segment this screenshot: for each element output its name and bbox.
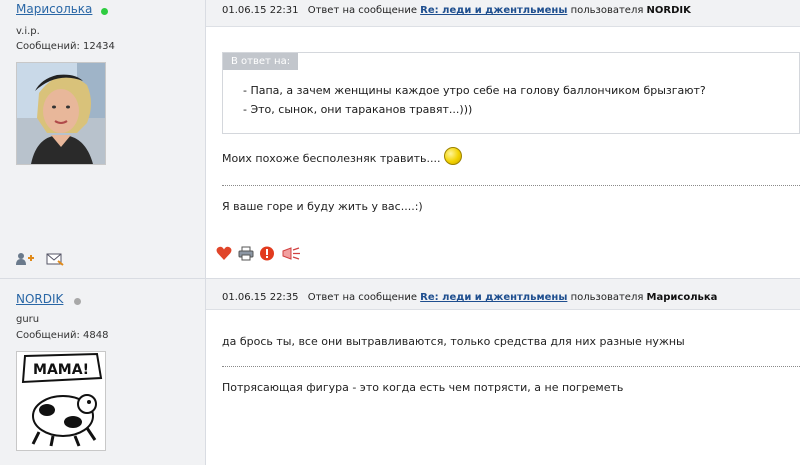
topic-link[interactable]: Re: леди и джентльмены <box>420 292 567 303</box>
reply-author: NORDIK <box>646 5 691 16</box>
post-header: 01.06.15 22:31 Ответ на сообщение Re: ле… <box>206 0 800 27</box>
quote-block: В ответ на: - Папа, а зачем женщины кажд… <box>222 52 800 134</box>
avatar-caption: MAMA! <box>33 362 89 378</box>
post-date: 01.06.15 22:35 <box>222 292 299 303</box>
post-content: 01.06.15 22:31 Ответ на сообщение Re: ле… <box>206 0 800 278</box>
post-date: 01.06.15 22:31 <box>222 5 299 16</box>
message-count: Сообщений: 4848 <box>16 330 109 341</box>
reply-author: Марисолька <box>646 292 718 303</box>
quote-label: В ответ на: <box>223 53 299 70</box>
online-status-icon <box>101 8 108 15</box>
forum-post: Марисолька v.i.p. Сообщений: 12434 01.06… <box>0 0 800 278</box>
username-link[interactable]: Марисолька <box>16 2 92 16</box>
user-panel: NORDIK guru Сообщений: 4848 MAMA! <box>0 279 206 465</box>
user-panel: Марисолька v.i.p. Сообщений: 12434 <box>0 0 206 278</box>
signature: Потрясающая фигура - это когда есть чем … <box>222 381 624 394</box>
report-icon[interactable] <box>259 246 275 264</box>
post-body: Моих похоже бесполезняк травить.... <box>222 147 463 165</box>
signature-divider <box>222 185 800 186</box>
add-friend-icon[interactable] <box>16 252 34 269</box>
smiley-icon <box>444 147 463 165</box>
by-label: пользователя <box>570 292 644 303</box>
message-count: Сообщений: 12434 <box>16 41 115 52</box>
post-actions <box>216 246 305 264</box>
offline-status-icon <box>74 298 81 305</box>
quote-line: - Папа, а зачем женщины каждое утро себе… <box>243 84 706 97</box>
megaphone-icon[interactable] <box>281 246 303 264</box>
signature: Я ваше горе и буду жить у вас....:) <box>222 200 423 213</box>
quote-text: - Папа, а зачем женщины каждое утро себе… <box>243 81 706 119</box>
topic-link[interactable]: Re: леди и джентльмены <box>420 5 567 16</box>
by-label: пользователя <box>570 5 644 16</box>
username-link[interactable]: NORDIK <box>16 292 63 306</box>
forum-post: NORDIK guru Сообщений: 4848 MAMA! 01.06.… <box>0 278 800 465</box>
post-body-text: Моих похоже бесполезняк травить.... <box>222 152 441 165</box>
user-actions <box>16 252 72 269</box>
heart-icon[interactable] <box>216 246 232 264</box>
reply-prefix: Ответ на сообщение <box>307 5 417 16</box>
avatar-cartoon: MAMA! <box>17 352 105 450</box>
avatar[interactable] <box>16 62 106 165</box>
post-header: 01.06.15 22:35 Ответ на сообщение Re: ле… <box>206 279 800 310</box>
avatar[interactable]: MAMA! <box>16 351 106 451</box>
send-message-icon[interactable] <box>46 252 64 269</box>
user-rank: v.i.p. <box>16 26 40 37</box>
quote-line: - Это, сынок, они тараканов травят...))) <box>243 103 473 116</box>
user-rank: guru <box>16 314 40 325</box>
avatar-photo <box>17 63 105 164</box>
signature-divider <box>222 366 800 367</box>
post-content: 01.06.15 22:35 Ответ на сообщение Re: ле… <box>206 279 800 465</box>
print-icon[interactable] <box>238 246 254 264</box>
reply-prefix: Ответ на сообщение <box>307 292 417 303</box>
post-body: да брось ты, все они вытравливаются, тол… <box>222 335 685 348</box>
